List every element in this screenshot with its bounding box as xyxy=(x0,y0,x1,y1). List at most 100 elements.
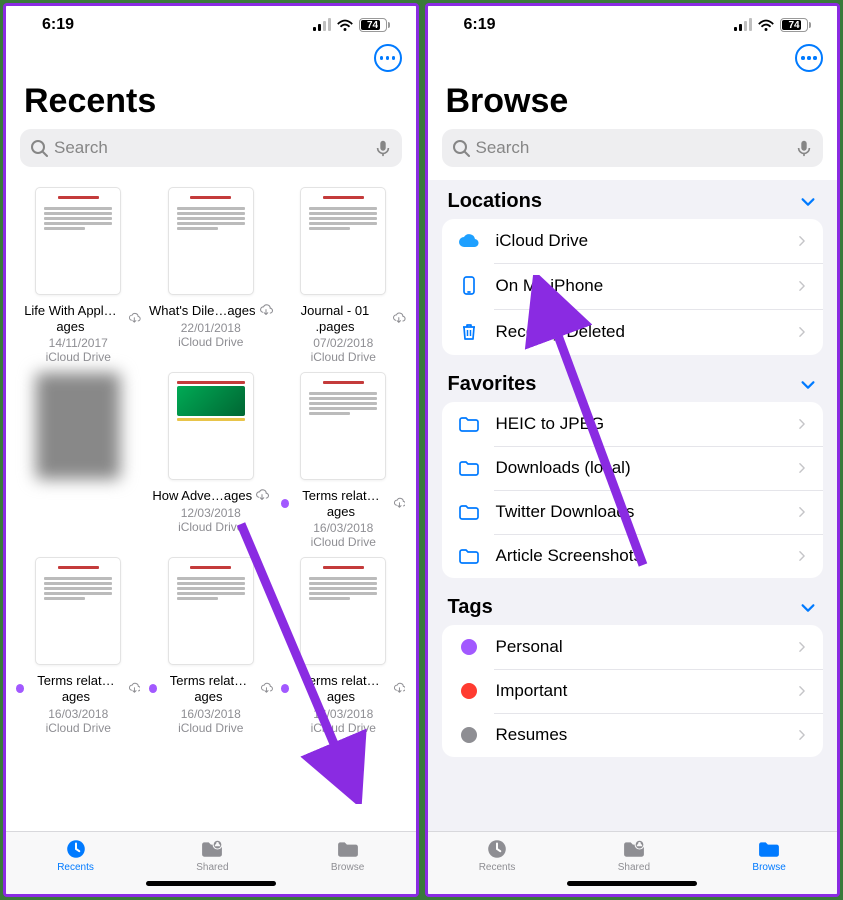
file-location: iCloud Drive xyxy=(311,350,376,364)
chevron-right-icon xyxy=(795,681,809,701)
folder-icon xyxy=(458,502,480,522)
list-item[interactable]: On My iPhone xyxy=(442,263,824,309)
list-item[interactable]: Important xyxy=(442,669,824,713)
home-indicator[interactable] xyxy=(428,875,838,894)
list-item-label: Important xyxy=(496,681,782,701)
search-field[interactable] xyxy=(20,129,402,167)
list-item[interactable]: iCloud Drive xyxy=(442,219,824,263)
tab-browse[interactable]: Browse xyxy=(752,838,785,873)
tab-shared[interactable]: Shared xyxy=(196,838,228,873)
file-date: 14/11/2017 xyxy=(49,336,108,350)
battery-icon: 74 xyxy=(780,18,811,32)
list-item[interactable]: Downloads (local) xyxy=(442,446,824,490)
tab-shared[interactable]: Shared xyxy=(618,838,650,873)
chevron-right-icon xyxy=(795,458,809,478)
chevron-down-icon xyxy=(799,193,817,211)
file-date: 16/03/2018 xyxy=(181,707,241,721)
file-item[interactable]: How Adve…ages 12/03/2018iCloud Drive xyxy=(145,372,278,549)
home-indicator[interactable] xyxy=(6,875,416,894)
folder-icon xyxy=(756,838,782,860)
status-bar: 6:19 74 xyxy=(428,6,838,40)
file-item[interactable]: Journal - 01 .pages 07/02/2018iCloud Dri… xyxy=(277,187,410,364)
cellular-icon xyxy=(313,19,331,31)
chevron-right-icon xyxy=(795,637,809,657)
file-date: 12/03/2018 xyxy=(181,506,241,520)
list-item[interactable]: Twitter Downloads xyxy=(442,490,824,534)
file-location: iCloud Drive xyxy=(46,350,111,364)
search-input[interactable] xyxy=(54,138,368,158)
file-item[interactable] xyxy=(12,372,145,549)
tab-bar: Recents Shared Browse xyxy=(428,831,838,875)
cloud-icon xyxy=(457,231,481,251)
chevron-right-icon xyxy=(795,322,809,342)
file-item[interactable]: Terms relat…ages 16/03/2018iCloud Drive xyxy=(277,557,410,734)
cellular-icon xyxy=(734,19,752,31)
file-name: How Adve…ages xyxy=(152,488,269,504)
chevron-right-icon xyxy=(795,414,809,434)
file-name: Terms relat…ages xyxy=(281,673,406,704)
chevron-right-icon xyxy=(795,276,809,296)
file-location: iCloud Drive xyxy=(178,335,243,349)
file-item[interactable]: Terms relat…ages 16/03/2018iCloud Drive xyxy=(277,372,410,549)
cloud-download-icon xyxy=(393,682,406,696)
file-item[interactable]: What's Dile…ages 22/01/2018iCloud Drive xyxy=(145,187,278,364)
list-item-label: On My iPhone xyxy=(496,276,782,296)
folder-icon xyxy=(458,546,480,566)
mic-icon[interactable] xyxy=(374,138,392,158)
tab-recents[interactable]: Recents xyxy=(57,838,94,873)
section-tags-header[interactable]: Tags xyxy=(428,578,838,625)
file-item[interactable]: Terms relat…ages 16/03/2018iCloud Drive xyxy=(12,557,145,734)
trash-icon xyxy=(459,321,479,343)
list-item[interactable]: Recently Deleted xyxy=(442,309,824,355)
shared-icon xyxy=(620,838,648,860)
list-item-label: Twitter Downloads xyxy=(496,502,782,522)
more-button[interactable] xyxy=(795,44,823,72)
cloud-download-icon xyxy=(393,497,406,511)
tab-bar: Recents Shared Browse xyxy=(6,831,416,875)
browse-screen: 6:19 74 Browse Locations iCloud Drive xyxy=(425,3,841,897)
chevron-right-icon xyxy=(795,231,809,251)
file-item[interactable]: Terms relat…ages 16/03/2018iCloud Drive xyxy=(145,557,278,734)
file-name: What's Dile…ages xyxy=(149,303,273,319)
file-date: 16/03/2018 xyxy=(313,521,373,535)
file-location: iCloud Drive xyxy=(311,535,376,549)
cloud-download-icon xyxy=(392,312,406,326)
list-item[interactable]: Article Screenshots xyxy=(442,534,824,578)
file-item[interactable]: Life With Appl…ages 14/11/2017iCloud Dri… xyxy=(12,187,145,364)
search-icon xyxy=(30,139,48,157)
list-item-label: Downloads (local) xyxy=(496,458,782,478)
folder-icon xyxy=(458,414,480,434)
cloud-download-icon xyxy=(260,682,273,696)
tab-browse[interactable]: Browse xyxy=(331,838,364,873)
file-location: iCloud Drive xyxy=(46,721,111,735)
file-name: Terms relat…ages xyxy=(281,488,406,519)
page-title: Browse xyxy=(428,72,838,129)
file-thumbnail xyxy=(300,187,386,295)
list-item[interactable]: Personal xyxy=(442,625,824,669)
mic-icon[interactable] xyxy=(795,138,813,158)
section-locations-header[interactable]: Locations xyxy=(428,180,838,219)
file-date: 16/03/2018 xyxy=(313,707,373,721)
more-button[interactable] xyxy=(374,44,402,72)
chevron-right-icon xyxy=(795,725,809,745)
file-thumbnail xyxy=(168,557,254,665)
list-item[interactable]: HEIC to JPEG xyxy=(442,402,824,446)
list-item-label: Article Screenshots xyxy=(496,546,782,566)
chevron-down-icon xyxy=(799,599,817,617)
battery-icon: 74 xyxy=(359,18,390,32)
file-location: iCloud Drive xyxy=(178,721,243,735)
shared-icon xyxy=(198,838,226,860)
file-name: Journal - 01 .pages xyxy=(281,303,406,334)
tab-recents[interactable]: Recents xyxy=(479,838,516,873)
status-time: 6:19 xyxy=(464,16,496,34)
section-favorites-header[interactable]: Favorites xyxy=(428,355,838,402)
file-date: 16/03/2018 xyxy=(48,707,108,721)
list-item[interactable]: Resumes xyxy=(442,713,824,757)
file-date: 22/01/2018 xyxy=(181,321,241,335)
search-field[interactable] xyxy=(442,129,824,167)
file-date: 07/02/2018 xyxy=(313,336,373,350)
search-input[interactable] xyxy=(476,138,790,158)
clock-icon xyxy=(63,838,89,860)
tag-dot xyxy=(461,683,477,699)
chevron-down-icon xyxy=(799,376,817,394)
